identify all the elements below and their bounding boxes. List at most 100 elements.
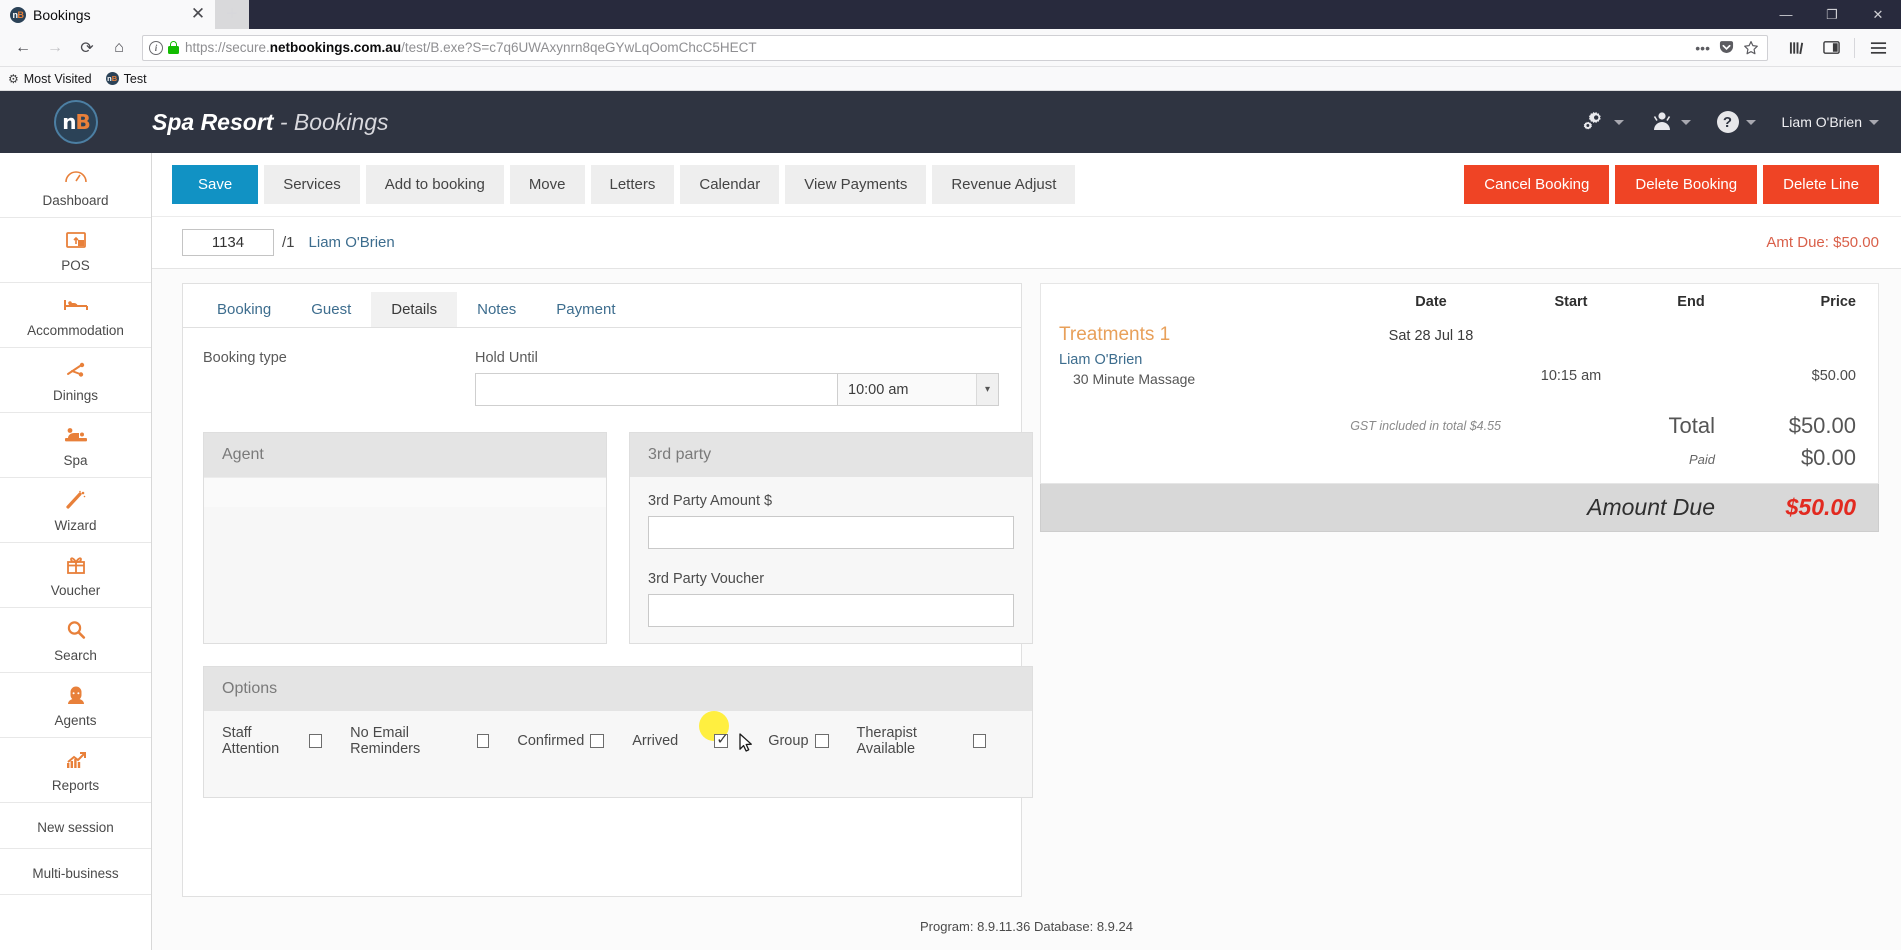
browser-tab[interactable]: nB Bookings ✕ [0,0,215,29]
delete-booking-button[interactable]: Delete Booking [1615,165,1758,204]
chevron-down-icon [1745,119,1756,125]
move-button[interactable]: Move [509,165,585,204]
account-menu[interactable]: Liam O'Brien [1782,114,1879,130]
site-identity[interactable]: i [149,40,179,55]
bookmark-most-visited[interactable]: ⚙ Most Visited [8,72,92,86]
option-therapist-available[interactable]: Therapist Available [857,725,986,757]
therapist-available-checkbox[interactable] [973,734,986,748]
settings-menu[interactable] [1581,110,1624,135]
tab-payment[interactable]: Payment [536,292,635,327]
option-confirmed[interactable]: Confirmed [517,733,605,749]
line-guest-link[interactable]: Liam O'Brien [1059,352,1356,368]
tab-booking[interactable]: Booking [197,292,291,327]
home-icon[interactable]: ⌂ [104,33,134,63]
urlbar-icons: ••• [1695,40,1761,56]
magnifier-icon [4,619,147,644]
spa-massage-icon [4,424,147,449]
page-info-icon[interactable]: i [149,40,163,55]
staff-attention-checkbox[interactable] [309,734,323,748]
calendar-button[interactable]: Calendar [680,165,780,204]
tab-guest[interactable]: Guest [291,292,371,327]
letters-button[interactable]: Letters [590,165,675,204]
option-staff-attention[interactable]: Staff Attention [222,725,323,757]
sidebar-item-label: Multi-business [32,866,119,881]
hold-until-time-select[interactable]: 10:00 am ▾ [837,373,999,406]
library-icon[interactable] [1782,33,1812,63]
sidebar-item-search[interactable]: Search [0,608,151,673]
dining-fork-icon [4,359,147,384]
booking-type-field: Booking type [203,350,475,406]
save-button[interactable]: Save [172,165,259,204]
arrived-checkbox[interactable] [714,730,729,748]
view-payments-button[interactable]: View Payments [785,165,927,204]
address-bar[interactable]: i https://secure.netbookings.com.au/test… [142,34,1768,61]
delete-line-button[interactable]: Delete Line [1763,165,1879,204]
sidebar-item-agents[interactable]: Agents [0,673,151,738]
hold-until-date-input[interactable] [475,373,837,406]
app-footer: Program: 8.9.11.36 Database: 8.9.24 [920,919,1133,934]
services-button[interactable]: Services [264,165,360,204]
pocket-icon[interactable] [1719,40,1734,55]
sidebar-item-voucher[interactable]: Voucher [0,543,151,608]
bookmark-test[interactable]: nB Test [105,72,147,86]
revenue-adjust-button[interactable]: Revenue Adjust [932,165,1076,204]
reload-icon[interactable]: ⟳ [72,33,102,63]
tabstrip-empty-area [249,0,1901,29]
paid-value: $0.00 [1800,445,1856,470]
ellipsis-icon[interactable]: ••• [1695,40,1710,56]
booking-line-number: /1 [282,234,295,251]
sidebar-item-new-session[interactable]: New session [0,803,151,849]
sidebar-item-accommodation[interactable]: Accommodation [0,283,151,348]
options-panel-title: Options [204,667,1032,711]
netbookings-logo-icon: nB [54,100,98,144]
sidebar-icon[interactable] [1816,33,1846,63]
hold-until-controls: 10:00 am ▾ [475,373,999,406]
window-close-icon[interactable]: ✕ [1855,0,1901,29]
hamburger-menu-icon[interactable] [1863,33,1893,63]
no-email-reminders-checkbox[interactable] [476,734,490,748]
booking-summary-panel: Date Start End Price Treatments 1 Sat 28… [1040,283,1879,897]
back-icon[interactable]: ← [8,33,38,63]
forward-icon[interactable]: → [40,33,70,63]
sidebar-item-dashboard[interactable]: Dashboard [0,153,151,218]
option-no-email-reminders[interactable]: No Email Reminders [350,725,490,757]
sidebar-item-pos[interactable]: POS [0,218,151,283]
agent-panel-body[interactable] [204,477,606,507]
close-icon[interactable]: ✕ [189,5,207,24]
summary-col-blank [1059,294,1356,310]
tab-notes[interactable]: Notes [457,292,536,327]
treatment-group-name[interactable]: Treatments 1 [1059,324,1356,346]
sidebar-item-dinings[interactable]: Dinings [0,348,151,413]
booking-id-input[interactable]: 1134 [182,229,274,256]
total-label: Total [1668,413,1715,438]
sidebar-item-wizard[interactable]: Wizard [0,478,151,543]
cancel-booking-button[interactable]: Cancel Booking [1464,165,1610,204]
new-tab-button[interactable]: + [215,0,249,29]
third-party-panel-body: 3rd Party Amount $ 3rd Party Voucher [630,477,1032,643]
option-label: Group [768,733,809,749]
summary-table: Date Start End Price Treatments 1 Sat 28… [1040,283,1879,484]
sidebar-item-spa[interactable]: Spa [0,413,151,478]
option-group[interactable]: Group [768,733,829,749]
app-title-sub: Bookings [293,108,389,135]
booking-guest-link[interactable]: Liam O'Brien [309,234,395,251]
third-party-voucher-input[interactable] [648,594,1014,627]
option-arrived[interactable]: Arrived [632,711,753,756]
bookmarks-toolbar: ⚙ Most Visited nB Test [0,67,1901,91]
add-to-booking-button[interactable]: Add to booking [365,165,504,204]
third-party-amount-input[interactable] [648,516,1014,549]
sidebar-item-reports[interactable]: Reports [0,738,151,803]
maximize-icon[interactable]: ❐ [1809,0,1855,29]
logo-area[interactable]: nB [0,100,152,144]
account-name: Liam O'Brien [1781,114,1862,130]
star-bookmark-icon[interactable] [1743,40,1759,56]
sidebar-item-multi-business[interactable]: Multi-business [0,849,151,895]
user-menu[interactable] [1650,110,1691,135]
hold-until-time-value: 10:00 am [848,381,909,398]
minimize-icon[interactable]: ― [1763,0,1809,29]
group-checkbox[interactable] [814,734,829,748]
tab-details[interactable]: Details [371,292,458,327]
agent-thirdparty-panels: Agent 3rd party 3rd Party Amount $ 3rd P… [203,432,1033,644]
confirmed-checkbox[interactable] [590,734,605,748]
help-menu[interactable]: ? [1716,111,1756,133]
